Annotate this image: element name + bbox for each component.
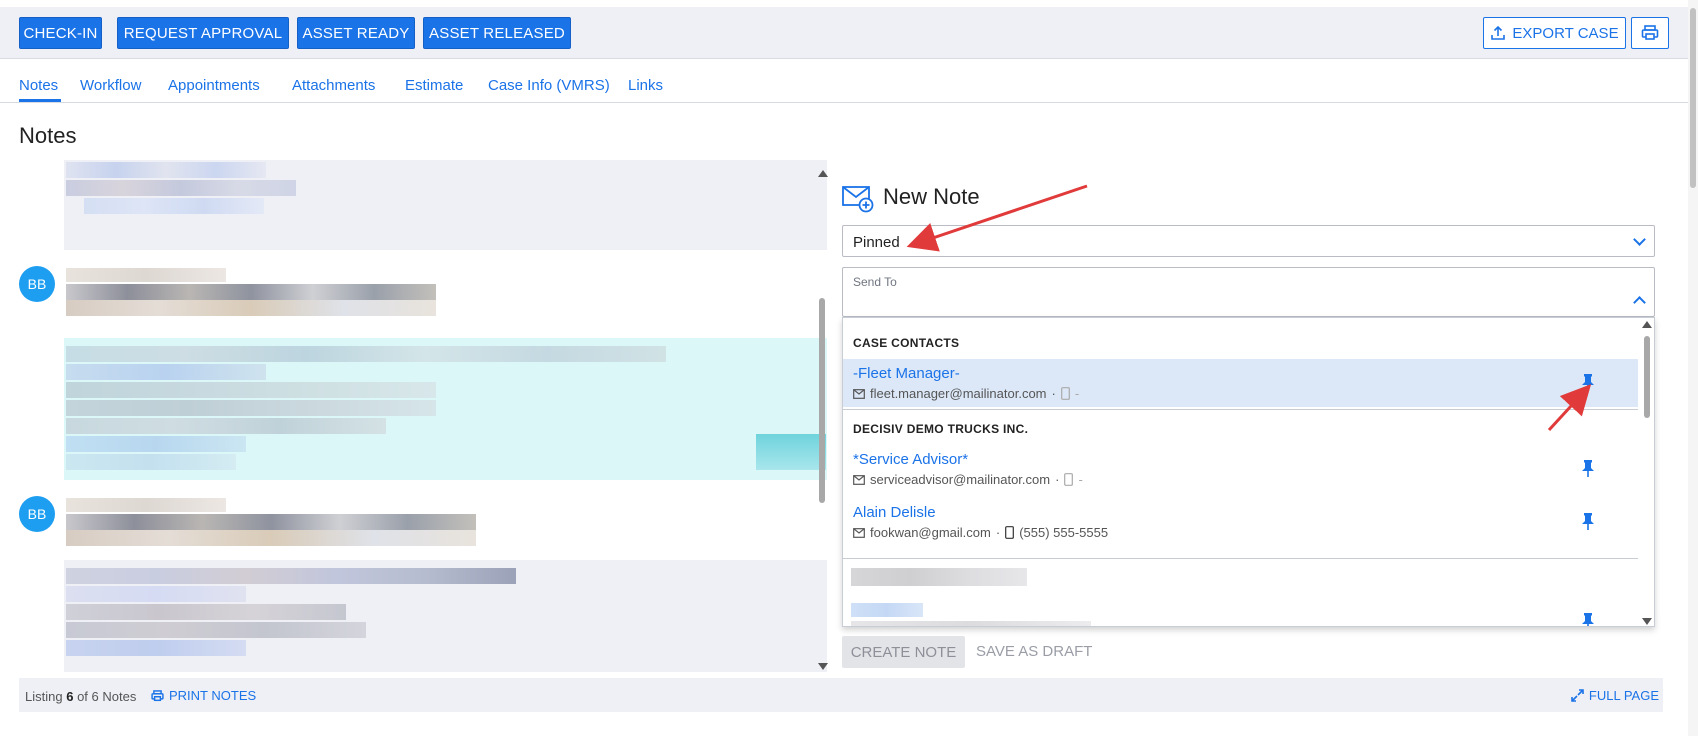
separator-dot: ·: [995, 525, 1001, 540]
scroll-thumb[interactable]: [1644, 336, 1650, 418]
page-scrollbar[interactable]: [1688, 0, 1698, 736]
save-as-draft-button[interactable]: SAVE AS DRAFT: [976, 643, 1092, 660]
export-case-label: EXPORT CASE: [1512, 24, 1619, 42]
scroll-down-arrow[interactable]: [818, 663, 828, 670]
contact-name: -Fleet Manager-: [853, 365, 960, 382]
contact-phone: -: [1078, 472, 1083, 487]
notes-scrollbar[interactable]: [817, 170, 829, 670]
contact-name: Alain Delisle: [853, 504, 936, 521]
listing-number: 6: [66, 689, 74, 704]
export-case-button[interactable]: EXPORT CASE: [1483, 17, 1626, 49]
pin-icon[interactable]: [1581, 512, 1595, 530]
create-note-button[interactable]: CREATE NOTE: [842, 636, 965, 668]
note-header: [64, 498, 484, 546]
scroll-up-arrow[interactable]: [818, 170, 828, 177]
phone-icon: [1060, 387, 1070, 400]
chevron-up-icon: [1633, 296, 1646, 309]
contact-option[interactable]: -Fleet Manager- fleet.manager@mailinator…: [843, 359, 1638, 407]
full-page-link[interactable]: FULL PAGE: [1571, 688, 1659, 703]
pin-icon[interactable]: [1581, 459, 1595, 477]
contact-email: serviceadvisor@mailinator.com: [870, 472, 1051, 487]
contact-details: fookwan@gmail.com · (555) 555-5555: [853, 525, 1108, 540]
print-notes-link[interactable]: PRINT NOTES: [151, 688, 256, 703]
redacted-contact-name: [851, 603, 923, 617]
phone-icon: [1064, 473, 1074, 486]
scroll-up-arrow[interactable]: [1642, 321, 1652, 328]
pin-icon[interactable]: [1581, 612, 1595, 627]
contact-phone: -: [1074, 386, 1080, 401]
tab-attachments[interactable]: Attachments: [292, 77, 375, 94]
contact-option[interactable]: *Service Advisor* serviceadvisor@mailina…: [843, 445, 1638, 493]
new-note-title: New Note: [883, 184, 980, 209]
scroll-down-arrow[interactable]: [1642, 618, 1652, 625]
separator-dot: ·: [1055, 472, 1060, 487]
send-to-label: Send To: [853, 275, 897, 289]
tab-estimate[interactable]: Estimate: [405, 77, 463, 94]
contact-details: serviceadvisor@mailinator.com · -: [853, 472, 1083, 487]
tab-workflow[interactable]: Workflow: [80, 77, 141, 94]
contact-email: fleet.manager@mailinator.com: [870, 386, 1047, 401]
note-card: [64, 160, 827, 250]
group-header-organization: DECISIV DEMO TRUCKS INC.: [853, 422, 1029, 436]
print-notes-label: PRINT NOTES: [169, 688, 257, 703]
full-page-label: FULL PAGE: [1588, 688, 1659, 703]
note-card-highlighted: [64, 338, 827, 480]
phone-icon: [1005, 526, 1015, 539]
send-to-field[interactable]: Send To: [842, 267, 1655, 317]
tab-notes[interactable]: Notes: [19, 77, 58, 94]
contact-option[interactable]: Alain Delisle fookwan@gmail.com · (555) …: [843, 498, 1638, 546]
request-approval-button[interactable]: REQUEST APPROVAL: [117, 17, 289, 49]
note-card: [64, 560, 827, 672]
visibility-value: Pinned: [853, 234, 900, 251]
listing-suffix: of 6 Notes: [77, 689, 137, 704]
scroll-thumb[interactable]: [1690, 8, 1696, 188]
listing-count: Listing 6 of 6 Notes: [25, 689, 136, 704]
asset-ready-button[interactable]: ASSET READY: [297, 17, 415, 49]
contact-email: fookwan@gmail.com: [870, 525, 991, 540]
print-button[interactable]: [1631, 17, 1669, 49]
printer-icon: [1641, 25, 1659, 40]
redacted-group-header: [851, 568, 1027, 586]
asset-released-button[interactable]: ASSET RELEASED: [423, 17, 571, 49]
contact-phone: (555) 555-5555: [1019, 525, 1109, 540]
avatar: BB: [19, 496, 55, 532]
expand-icon: [1571, 689, 1584, 702]
tab-links[interactable]: Links: [628, 77, 663, 94]
mail-icon: [853, 474, 865, 485]
avatar: BB: [19, 266, 55, 302]
check-in-button[interactable]: CHECK-IN: [19, 17, 102, 49]
dropdown-scrollbar[interactable]: [1640, 318, 1654, 626]
listing-prefix: Listing: [25, 689, 63, 704]
separator-dot: ·: [1051, 386, 1056, 401]
scroll-thumb[interactable]: [819, 298, 825, 503]
send-to-dropdown: CASE CONTACTS -Fleet Manager- fleet.mana…: [842, 317, 1655, 627]
printer-icon: [151, 689, 164, 701]
mail-add-icon: [842, 186, 874, 213]
tab-appointments[interactable]: Appointments: [168, 77, 260, 94]
divider: [843, 409, 1638, 410]
page-title: Notes: [19, 123, 77, 148]
pin-icon[interactable]: [1581, 373, 1595, 391]
contact-name: *Service Advisor*: [853, 451, 969, 468]
upload-icon: [1491, 25, 1506, 40]
note-header: [64, 268, 444, 316]
app-window: CHECK-IN REQUEST APPROVAL ASSET READY AS…: [0, 0, 1698, 736]
tab-case-info[interactable]: Case Info (VMRS): [488, 77, 610, 94]
divider: [843, 558, 1638, 559]
notes-footer: Listing 6 of 6 Notes PRINT NOTES FULL PA…: [19, 678, 1663, 712]
contact-details: fleet.manager@mailinator.com · -: [853, 386, 1079, 401]
active-tab-indicator: [19, 99, 61, 102]
mail-icon: [853, 388, 865, 399]
notes-list: BB BB: [19, 160, 827, 672]
group-header-case-contacts: CASE CONTACTS: [853, 336, 960, 350]
visibility-select[interactable]: Pinned: [842, 225, 1655, 257]
mail-icon: [853, 527, 865, 538]
chevron-down-icon: [1633, 233, 1646, 246]
redacted-contact-details: [851, 621, 1091, 626]
